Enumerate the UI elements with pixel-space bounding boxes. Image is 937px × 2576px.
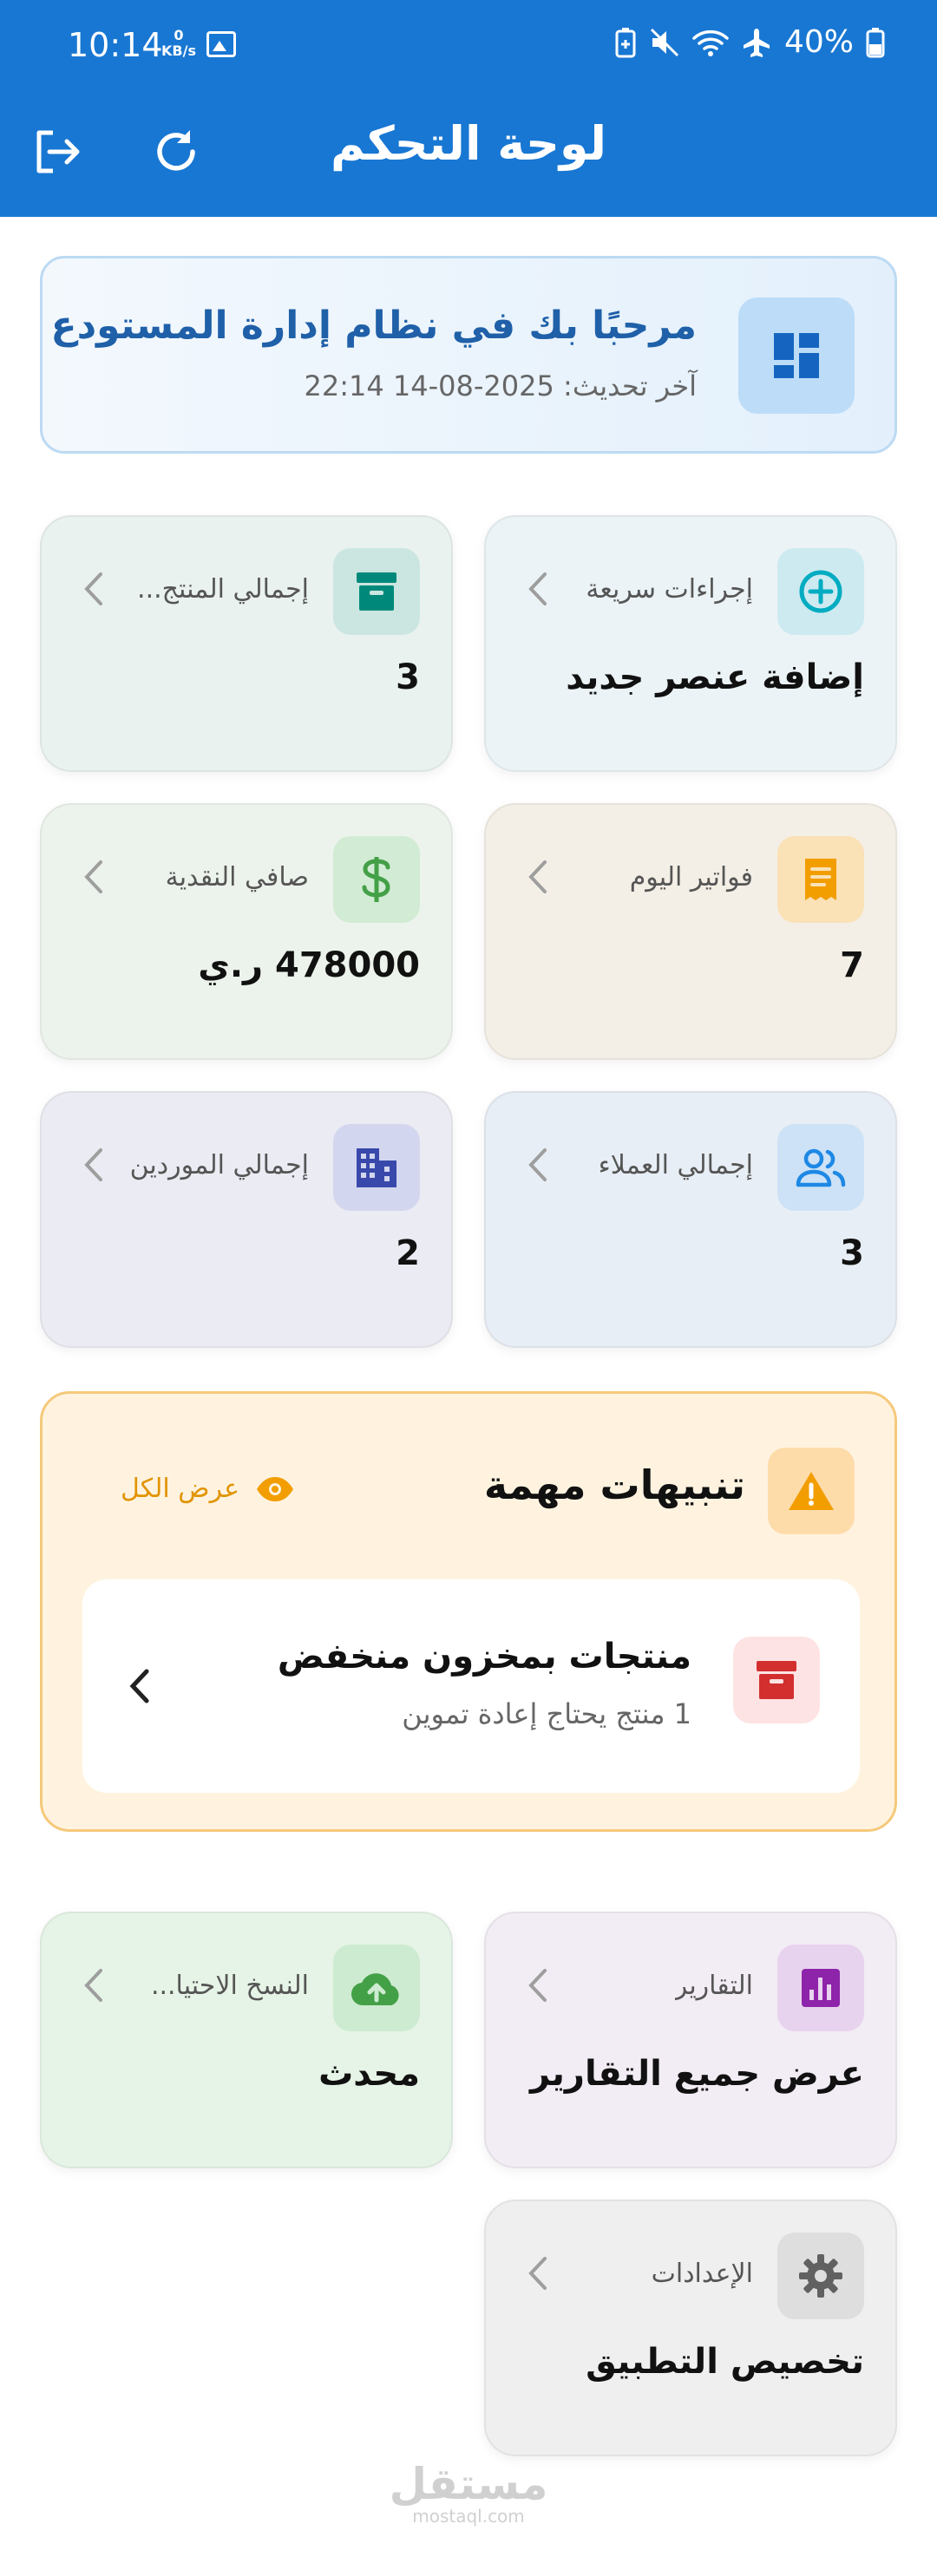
battery-saver-icon <box>615 27 636 57</box>
page-title: لوحة التحكم <box>330 116 607 171</box>
reports-card[interactable]: التقارير عرض جميع التقارير <box>484 1912 897 2168</box>
reports-label: التقارير <box>674 1971 753 2001</box>
archive-icon <box>333 548 420 635</box>
receipt-icon <box>777 836 864 923</box>
wifi-icon <box>692 29 729 56</box>
total-customers-value: 3 <box>840 1233 864 1273</box>
toolbar: لوحة التحكم <box>0 95 937 217</box>
battery-charging-icon <box>866 27 885 57</box>
watermark: مستقل mostaql.com <box>0 2459 937 2527</box>
chevron-left-icon <box>528 2257 547 2290</box>
chevron-left-icon <box>84 1148 102 1181</box>
net-cash-card[interactable]: صافي النقدية 478000 ر.ي <box>40 803 453 1060</box>
reports-value: عرض جميع التقارير <box>530 2054 864 2094</box>
dashboard-icon <box>738 297 855 414</box>
eye-icon <box>257 1476 294 1501</box>
add-circle-icon <box>777 548 864 635</box>
chevron-left-icon <box>528 860 547 893</box>
today-invoices-value: 7 <box>840 945 864 985</box>
total-customers-label: إجمالي العملاء <box>598 1150 753 1180</box>
view-all-label: عرض الكل <box>121 1474 240 1504</box>
gallery-notification-icon <box>206 31 236 57</box>
total-products-card[interactable]: إجمالي المنتج... 3 <box>40 515 453 772</box>
chevron-left-icon <box>129 1669 149 1703</box>
settings-card[interactable]: الإعدادات تخصيص التطبيق <box>484 2200 897 2456</box>
today-invoices-card[interactable]: فواتير اليوم 7 <box>484 803 897 1060</box>
quick-actions-card[interactable]: إجراءات سريعة إضافة عنصر جديد <box>484 515 897 772</box>
status-time: 10:14 <box>68 26 163 64</box>
battery-level: 40% <box>783 24 854 60</box>
status-icons: 40% <box>614 24 885 60</box>
settings-value: تخصيص التطبيق <box>586 2342 864 2382</box>
total-suppliers-card[interactable]: إجمالي الموردين 2 <box>40 1091 453 1348</box>
important-alerts-section: تنبيهات مهمة عرض الكل منتجات بمخزون منخف… <box>40 1391 897 1832</box>
total-suppliers-label: إجمالي الموردين <box>129 1150 309 1180</box>
total-suppliers-value: 2 <box>396 1233 420 1273</box>
chevron-left-icon <box>528 572 547 605</box>
people-icon <box>777 1124 864 1211</box>
quick-actions-value: إضافة عنصر جديد <box>566 657 864 697</box>
chevron-left-icon <box>84 572 102 605</box>
chevron-left-icon <box>84 1969 102 2002</box>
view-all-button[interactable]: عرض الكل <box>121 1474 295 1504</box>
chevron-left-icon <box>84 860 102 893</box>
mute-icon <box>650 28 679 56</box>
net-cash-value: 478000 ر.ي <box>198 945 420 985</box>
total-customers-card[interactable]: إجمالي العملاء 3 <box>484 1091 897 1348</box>
watermark-url: mostaql.com <box>412 2506 525 2527</box>
alert-item-subtitle: 1 منتج يحتاج إعادة تموين <box>402 1697 691 1730</box>
airplane-mode-icon <box>743 28 770 57</box>
archive-icon <box>733 1637 820 1723</box>
bar-chart-icon <box>777 1945 864 2031</box>
settings-label: الإعدادات <box>651 2259 753 2289</box>
dollar-icon <box>333 836 420 923</box>
backup-label: النسخ الاحتيا... <box>150 1971 309 2001</box>
app-bar: 10:14 0 KB/s 40% لوحة التحكم <box>0 0 937 217</box>
status-bar: 10:14 0 KB/s 40% <box>0 0 937 95</box>
watermark-logo: مستقل <box>389 2459 548 2509</box>
cloud-upload-icon <box>333 1945 420 2031</box>
quick-actions-label: إجراءات سريعة <box>586 574 753 605</box>
total-products-label: إجمالي المنتج... <box>137 574 309 605</box>
alert-item-title: منتجات بمخزون منخفض <box>277 1637 691 1677</box>
net-cash-label: صافي النقدية <box>165 862 309 892</box>
building-icon <box>333 1124 420 1211</box>
total-products-value: 3 <box>396 657 420 697</box>
gear-icon <box>777 2233 864 2319</box>
network-speed: 0 KB/s <box>161 27 196 59</box>
low-stock-alert-item[interactable]: منتجات بمخزون منخفض 1 منتج يحتاج إعادة ت… <box>82 1579 860 1793</box>
alerts-title: تنبيهات مهمة <box>483 1461 745 1508</box>
warning-icon <box>768 1448 855 1534</box>
chevron-left-icon <box>528 1969 547 2002</box>
welcome-banner: مرحبًا بك في نظام إدارة المستودع آخر تحد… <box>40 256 897 454</box>
chevron-left-icon <box>528 1148 547 1181</box>
welcome-title: مرحبًا بك في نظام إدارة المستودع <box>50 304 697 348</box>
backup-value: محدث <box>318 2054 420 2094</box>
backup-card[interactable]: النسخ الاحتيا... محدث <box>40 1912 453 2168</box>
today-invoices-label: فواتير اليوم <box>629 862 753 892</box>
last-update-text: آخر تحديث: 2025-08-14 22:14 <box>304 369 698 402</box>
